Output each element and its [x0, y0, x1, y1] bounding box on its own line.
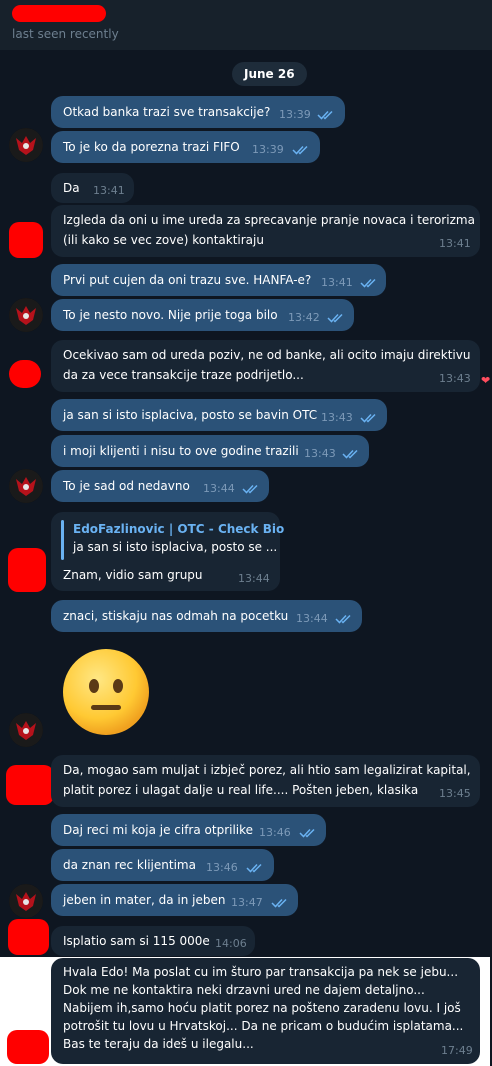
double-check-icon: [317, 110, 333, 120]
message-time: 13:45: [439, 787, 471, 800]
message-incoming-reply[interactable]: EdoFazlinovic | OTC - Check Bio ja san s…: [51, 512, 284, 591]
message-time: 13:44: [238, 572, 270, 585]
message-text: Da: [63, 181, 80, 195]
redacted-avatar: [8, 548, 46, 592]
double-check-icon: [246, 863, 262, 873]
message-time: 13:47: [231, 896, 263, 909]
message-text-line: platit porez i ulagat dalje u real life.…: [63, 783, 419, 797]
message-time: 13:39: [279, 108, 311, 121]
avatar[interactable]: [9, 298, 43, 332]
message-outgoing[interactable]: ja san si isto isplaciva, posto se bavin…: [51, 399, 387, 431]
message-time: 13:44: [296, 612, 328, 625]
message-outgoing[interactable]: i moji klijenti i nisu to ove godine tra…: [51, 435, 369, 467]
message-text: i moji klijenti i nisu to ove godine tra…: [63, 444, 299, 458]
redacted-avatar: [6, 765, 54, 805]
date-separator: June 26: [232, 62, 307, 86]
double-check-icon: [292, 145, 308, 155]
avatar[interactable]: [9, 469, 43, 503]
message-time: 17:49: [441, 1044, 473, 1057]
message-text: To je nesto novo. Nije prije toga bilo: [63, 308, 278, 322]
last-seen-status: last seen recently: [12, 27, 119, 41]
message-time: 13:44: [203, 482, 235, 495]
message-text: Znam, vidio sam grupu: [63, 568, 203, 582]
message-text: znaci, stiskaju nas odmah na pocetku: [63, 609, 289, 623]
message-text-line: Dok me ne kontaktira neki drzavni ured n…: [63, 983, 425, 997]
message-outgoing[interactable]: Otkad banka trazi sve transakcije? 13:39: [51, 96, 345, 128]
message-time: 13:43: [321, 411, 353, 424]
redacted-avatar: [9, 360, 41, 388]
double-check-icon: [271, 898, 287, 908]
double-check-icon: [242, 484, 258, 494]
message-text-line: Izgleda da oni u ime ureda za sprecavanj…: [63, 213, 475, 227]
message-time: 13:42: [288, 311, 320, 324]
message-incoming[interactable]: Ocekivao sam od ureda poziv, ne od banke…: [51, 340, 480, 392]
message-text-line: Hvala Edo! Ma poslat cu im šturo par tra…: [63, 965, 459, 979]
message-text-line: Ocekivao sam od ureda poziv, ne od banke…: [63, 348, 471, 362]
avatar[interactable]: [9, 713, 43, 747]
neutral-face-emoji-icon[interactable]: [62, 648, 150, 736]
message-time: 14:06: [215, 937, 247, 950]
avatar-icon: [9, 469, 43, 503]
avatar-icon: [9, 298, 43, 332]
message-outgoing[interactable]: To je nesto novo. Nije prije toga bilo 1…: [51, 299, 354, 331]
avatar[interactable]: [9, 128, 43, 162]
message-time: 13:46: [259, 826, 291, 839]
message-time: 13:39: [252, 143, 284, 156]
redacted-avatar: [8, 919, 49, 955]
message-outgoing[interactable]: To je sad od nedavno 13:44: [51, 470, 269, 502]
message-text-line: (ili kako se vec zove) kontaktiraju: [63, 233, 264, 247]
double-check-icon: [335, 614, 351, 624]
message-incoming[interactable]: Da, mogao sam muljat i izbječ porez, ali…: [51, 755, 480, 807]
message-time: 13:43: [304, 447, 336, 460]
avatar[interactable]: [9, 884, 43, 918]
message-text: Daj reci mi koja je cifra otprilike: [63, 823, 254, 837]
avatar-icon: [9, 128, 43, 162]
double-check-icon: [342, 449, 358, 459]
message-text-line: Bas te teraju da ideš u ilegalu...: [63, 1037, 254, 1051]
redacted-avatar: [7, 1030, 49, 1064]
reply-quote-author[interactable]: EdoFazlinovic | OTC - Check Bio: [73, 522, 284, 536]
double-check-icon: [360, 413, 376, 423]
message-text: To je sad od nedavno: [63, 479, 190, 493]
message-time: 13:43: [439, 372, 471, 385]
avatar-icon: [9, 884, 43, 918]
message-outgoing[interactable]: znaci, stiskaju nas odmah na pocetku 13:…: [51, 600, 362, 632]
message-time: 13:41: [439, 237, 471, 250]
redacted-avatar: [9, 222, 43, 258]
double-check-icon: [360, 278, 376, 288]
message-text: Otkad banka trazi sve transakcije?: [63, 105, 271, 119]
message-incoming[interactable]: Da 13:41: [51, 173, 134, 203]
message-incoming[interactable]: Izgleda da oni u ime ureda za sprecavanj…: [51, 205, 480, 257]
message-text-line: potrošit tu lovu u Hrvatskoj... Da ne pr…: [63, 1019, 464, 1033]
message-outgoing[interactable]: Prvi put cujen da oni trazu sve. HANFA-e…: [51, 264, 386, 296]
message-outgoing[interactable]: jeben in mater, da in jeben 13:47: [51, 884, 298, 916]
reply-quote-text[interactable]: ja san si isto isplaciva, posto se ...: [73, 540, 277, 554]
message-outgoing[interactable]: da znan rec klijentima 13:46: [51, 849, 274, 881]
message-incoming[interactable]: Isplatio sam si 115 000e 14:06: [51, 926, 255, 956]
message-text: ja san si isto isplaciva, posto se bavin…: [63, 408, 318, 422]
message-outgoing[interactable]: Daj reci mi koja je cifra otprilike 13:4…: [51, 814, 326, 846]
reply-quote-bar: [61, 520, 64, 560]
message-text-line: da za vece transakcije traze podrijetlo.…: [63, 368, 304, 382]
heart-reaction-icon[interactable]: ❤: [481, 374, 490, 387]
message-incoming[interactable]: Hvala Edo! Ma poslat cu im šturo par tra…: [51, 958, 480, 1064]
message-outgoing[interactable]: To je ko da porezna trazi FIFO 13:39: [51, 131, 320, 163]
message-text-line: Da, mogao sam muljat i izbječ porez, ali…: [63, 763, 471, 777]
message-time: 13:41: [321, 276, 353, 289]
message-text: Isplatio sam si 115 000e: [63, 934, 210, 948]
double-check-icon: [299, 828, 315, 838]
redacted-contact-name: [12, 5, 106, 22]
avatar-icon: [9, 713, 43, 747]
double-check-icon: [327, 313, 343, 323]
chat-header[interactable]: last seen recently: [0, 0, 492, 50]
message-time: 13:41: [93, 184, 125, 197]
message-text: jeben in mater, da in jeben: [63, 893, 226, 907]
message-text-line: Nabijem ih,samo hoću platit porez na poš…: [63, 1001, 461, 1015]
message-time: 13:46: [206, 861, 238, 874]
message-text: da znan rec klijentima: [63, 858, 196, 872]
message-text: Prvi put cujen da oni trazu sve. HANFA-e…: [63, 273, 312, 287]
message-text: To je ko da porezna trazi FIFO: [63, 140, 240, 154]
